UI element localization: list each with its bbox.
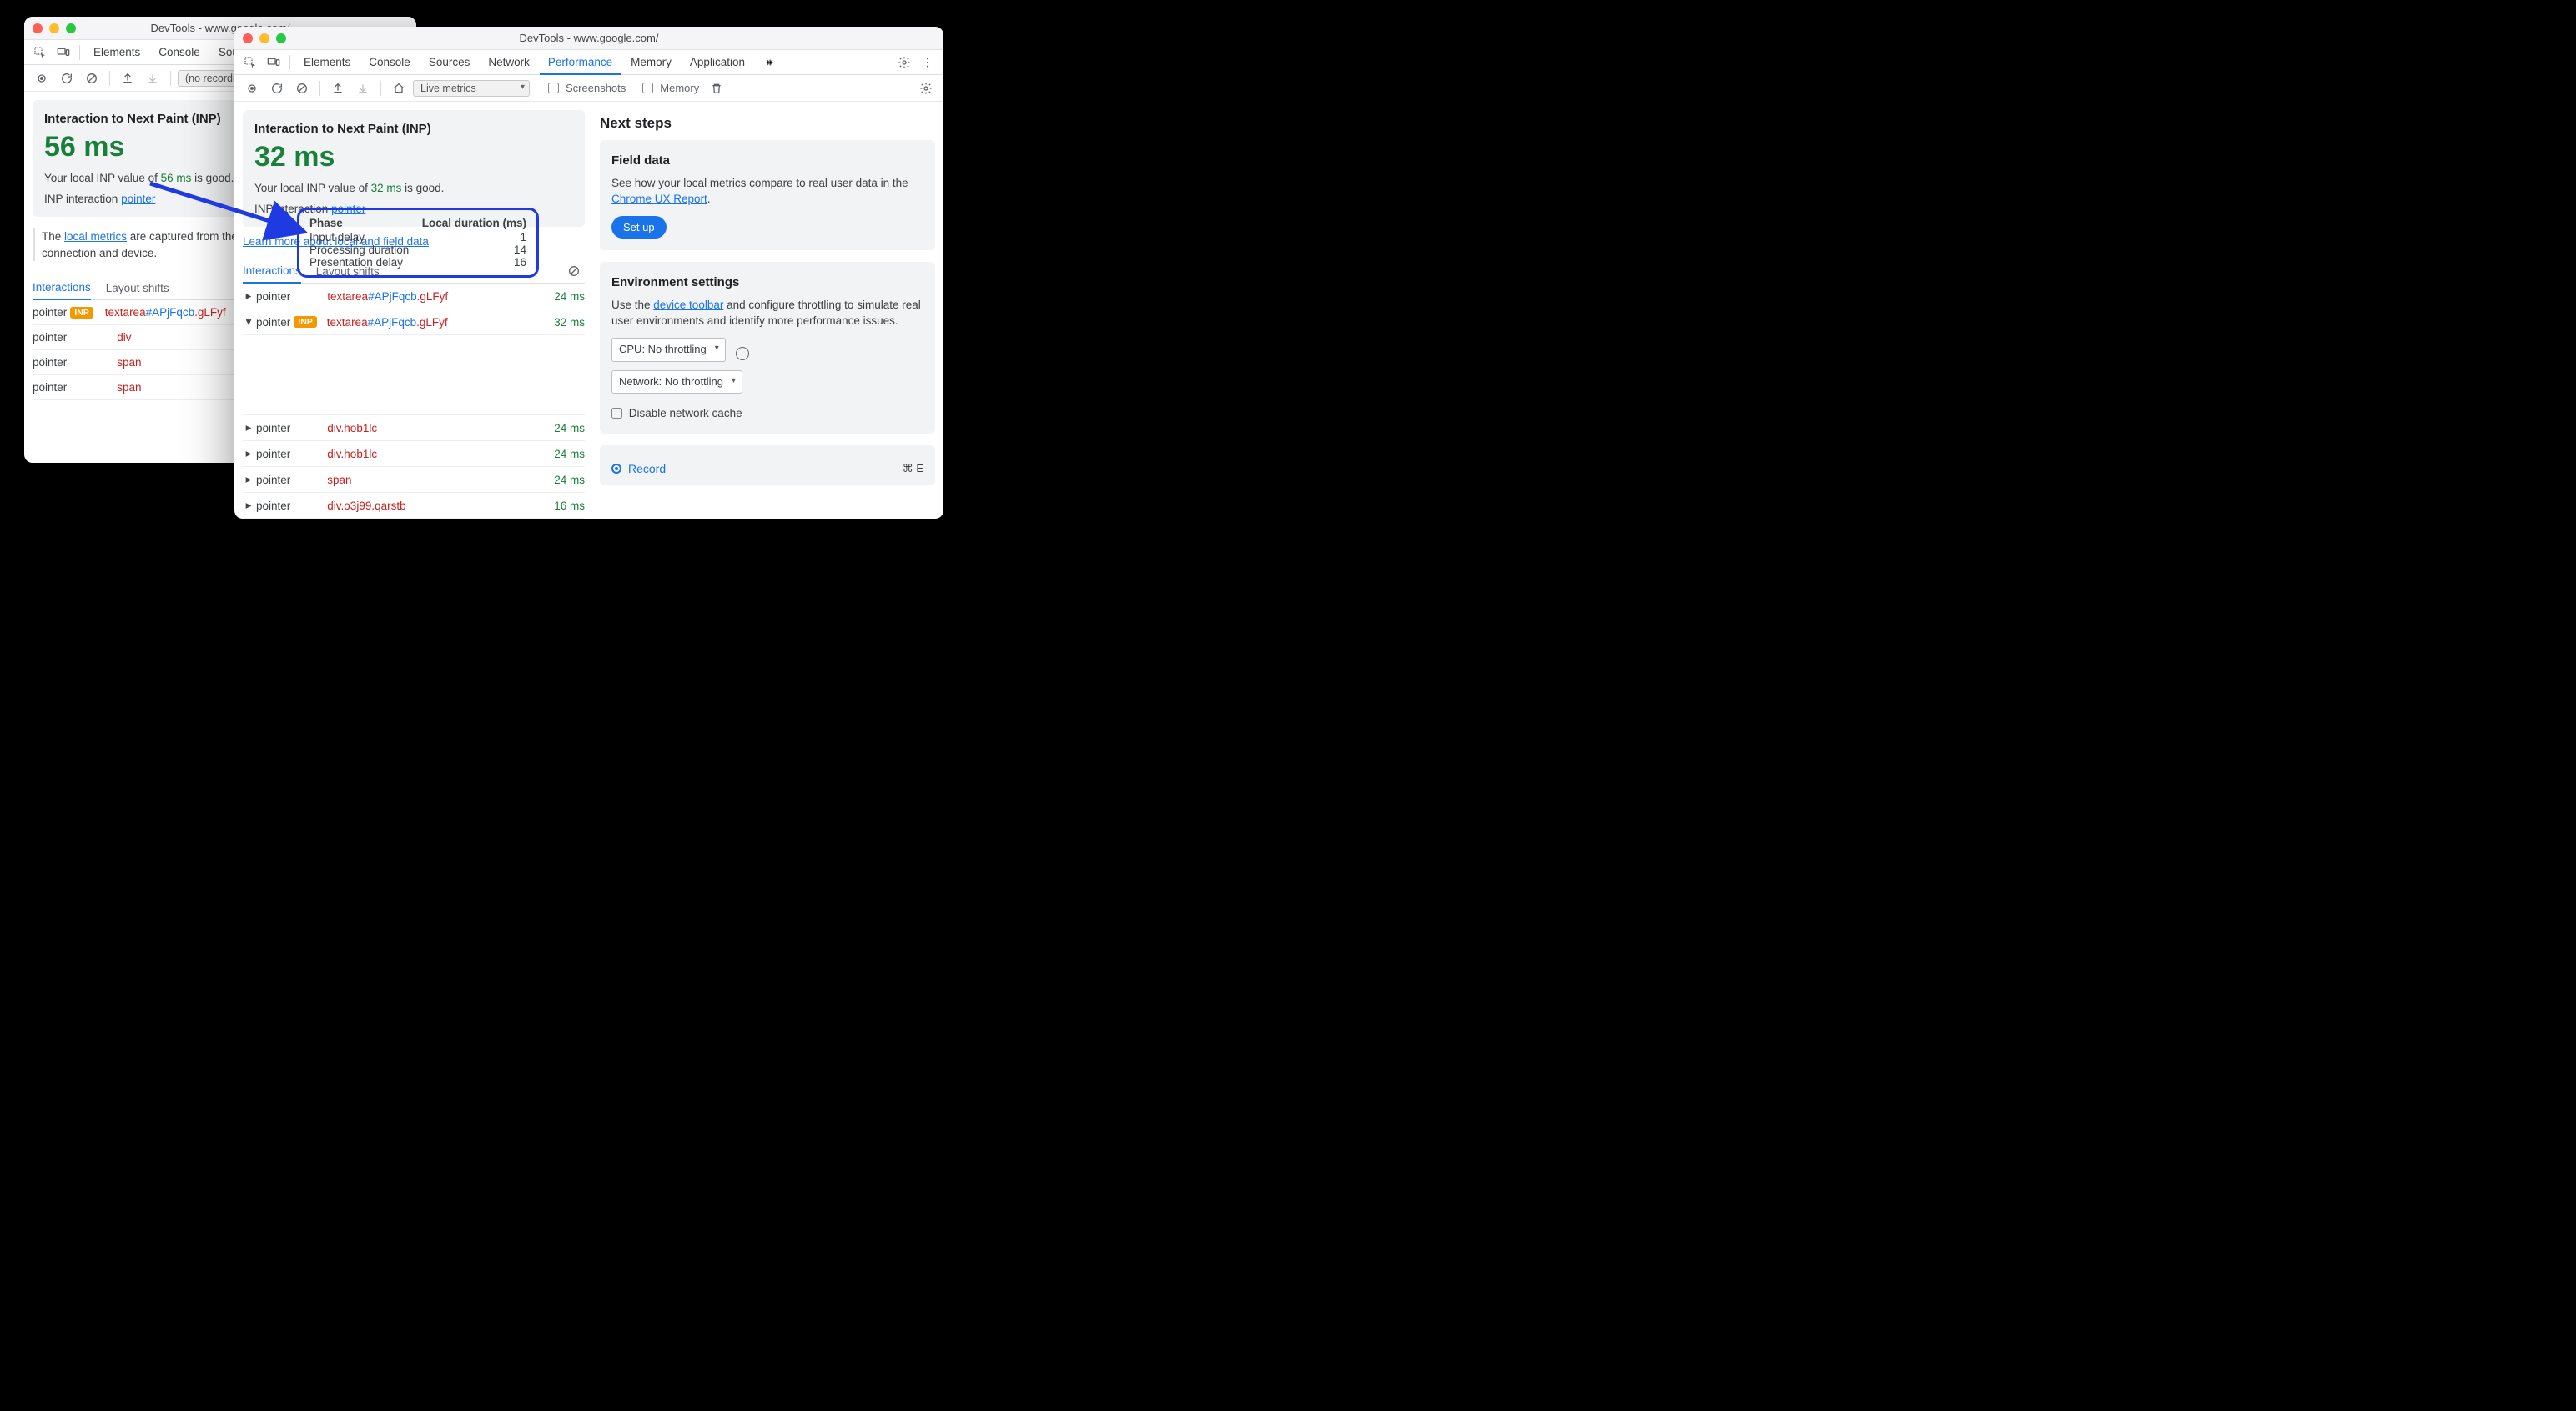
traffic-lights (243, 33, 286, 43)
record-panel: Record ⌘ E (600, 445, 935, 485)
next-steps-title: Next steps (600, 115, 935, 132)
field-data-panel: Field data See how your local metrics co… (600, 140, 935, 250)
interaction-row[interactable]: ▸pointerdiv.o3j99.qarstb16 ms (243, 493, 585, 519)
env-title: Environment settings (611, 274, 923, 292)
record-icon[interactable] (31, 68, 53, 89)
inp-interaction-link[interactable]: pointer (121, 193, 155, 205)
close-icon[interactable] (243, 33, 253, 43)
inspect-icon[interactable] (239, 52, 261, 73)
interaction-row[interactable]: ▸pointerdiv.hob1lc24 ms (243, 441, 585, 467)
zoom-icon[interactable] (276, 33, 286, 43)
env-panel: Environment settings Use the device tool… (600, 262, 935, 434)
minimize-icon[interactable] (49, 23, 59, 33)
duration-col-header: Local duration (ms) (415, 217, 526, 231)
info-icon[interactable]: i (736, 347, 749, 360)
device-toolbar-link[interactable]: device toolbar (653, 299, 723, 311)
record-shortcut: ⌘ E (903, 461, 923, 477)
record-icon[interactable] (241, 78, 263, 99)
window-title: DevTools - www.google.com/ (234, 32, 943, 44)
download-icon (142, 68, 164, 89)
record-label[interactable]: Record (628, 460, 666, 477)
devtools-tabbar: Elements Console Sources Network Perform… (234, 50, 943, 75)
close-icon[interactable] (33, 23, 43, 33)
reload-icon[interactable] (266, 78, 288, 99)
network-throttle-select[interactable]: Network: No throttling (611, 370, 742, 394)
more-tabs-icon[interactable] (758, 52, 780, 73)
screenshots-label: Screenshots (566, 82, 626, 94)
crux-link[interactable]: Chrome UX Report (611, 193, 707, 205)
kebab-icon[interactable] (917, 52, 938, 73)
upload-icon[interactable] (327, 78, 349, 99)
local-metrics-link[interactable]: local metrics (64, 230, 127, 243)
traffic-lights (33, 23, 76, 33)
disable-cache-checkbox[interactable] (611, 408, 622, 419)
home-icon[interactable] (388, 78, 410, 99)
device-toggle-icon[interactable] (53, 42, 74, 63)
inp-value: 32 ms (254, 141, 573, 173)
interaction-row[interactable]: ▸pointerdiv.hob1lc24 ms (243, 415, 585, 441)
field-data-title: Field data (611, 152, 923, 170)
interaction-row[interactable]: ▸pointerspan24 ms (243, 467, 585, 493)
phase-col-header: Phase (309, 217, 415, 231)
subtab-layout-shifts[interactable]: Layout shifts (106, 277, 169, 299)
tab-application[interactable]: Application (682, 50, 753, 75)
set-up-button[interactable]: Set up (611, 216, 667, 239)
inspect-icon[interactable] (29, 42, 51, 63)
tab-performance[interactable]: Performance (540, 50, 621, 75)
device-toggle-icon[interactable] (263, 52, 284, 73)
gear-icon[interactable] (915, 78, 937, 99)
interaction-row[interactable]: ▸pointertextarea#APjFqcb.gLFyf24 ms (243, 284, 585, 309)
no-warnings-icon[interactable] (563, 260, 585, 282)
cpu-throttle-select[interactable]: CPU: No throttling (611, 338, 726, 362)
upload-icon[interactable] (117, 68, 138, 89)
tab-console[interactable]: Console (150, 40, 209, 65)
reload-icon[interactable] (56, 68, 78, 89)
perf-toolbar: Live metrics Screenshots Memory (234, 75, 943, 102)
memory-checkbox[interactable] (642, 83, 653, 93)
titlebar[interactable]: DevTools - www.google.com/ (234, 27, 943, 50)
record-dot-icon[interactable] (611, 464, 621, 474)
clear-icon[interactable] (291, 78, 313, 99)
download-icon (352, 78, 374, 99)
minimize-icon[interactable] (259, 33, 269, 43)
tab-elements[interactable]: Elements (295, 50, 359, 75)
screenshots-checkbox[interactable] (548, 83, 559, 93)
gear-icon[interactable] (893, 52, 915, 73)
clear-icon[interactable] (81, 68, 103, 89)
inp-title: Interaction to Next Paint (INP) (254, 122, 573, 136)
zoom-icon[interactable] (66, 23, 76, 33)
mode-select[interactable]: Live metrics (413, 80, 530, 97)
tab-console[interactable]: Console (360, 50, 419, 75)
trash-icon[interactable] (706, 78, 727, 99)
tab-elements[interactable]: Elements (85, 40, 148, 65)
interaction-row[interactable]: ▾pointerINPtextarea#APjFqcb.gLFyf32 ms (243, 309, 585, 335)
phase-breakdown-callout: PhaseLocal duration (ms) Input delay1Pro… (297, 208, 539, 278)
subtab-interactions[interactable]: Interactions (33, 276, 91, 300)
disable-cache-label: Disable network cache (629, 407, 742, 419)
tab-sources[interactable]: Sources (420, 50, 479, 75)
inp-desc: Your local INP value of 32 ms is good. (254, 182, 573, 194)
subtab-interactions[interactable]: Interactions (243, 259, 301, 284)
tab-memory[interactable]: Memory (622, 50, 680, 75)
tab-network[interactable]: Network (480, 50, 538, 75)
memory-label: Memory (660, 82, 699, 94)
